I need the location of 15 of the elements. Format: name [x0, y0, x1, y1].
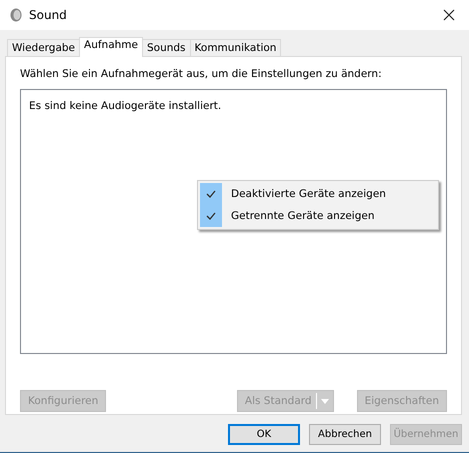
- dialog-button[interactable]: Abbrechen: [309, 424, 381, 445]
- menu-icon-strip: [200, 183, 222, 227]
- tab[interactable]: Aufnahme: [79, 37, 143, 57]
- dialog-button[interactable]: OK: [228, 424, 300, 445]
- tab[interactable]: Kommunikation: [190, 39, 282, 56]
- empty-message: Es sind keine Audiogeräte installiert.: [29, 100, 222, 112]
- dropdown-arrow-icon: [320, 398, 329, 404]
- device-list[interactable]: Es sind keine Audiogeräte installiert. Deaktivierte Geräte anzeigen Getrennte Geräte anzeigen: [20, 89, 447, 354]
- window-title: Sound: [29, 8, 67, 22]
- speaker-icon: [10, 8, 22, 22]
- close-icon[interactable]: [443, 9, 455, 21]
- menu-item[interactable]: Deaktivierte Geräte anzeigen: [200, 183, 436, 205]
- menu-item[interactable]: Getrennte Geräte anzeigen: [200, 205, 436, 227]
- tab[interactable]: Wiedergabe: [7, 39, 80, 56]
- instruction-text: Wählen Sie ein Aufnahmegerät aus, um die Einstellungen zu ändern:: [20, 68, 383, 80]
